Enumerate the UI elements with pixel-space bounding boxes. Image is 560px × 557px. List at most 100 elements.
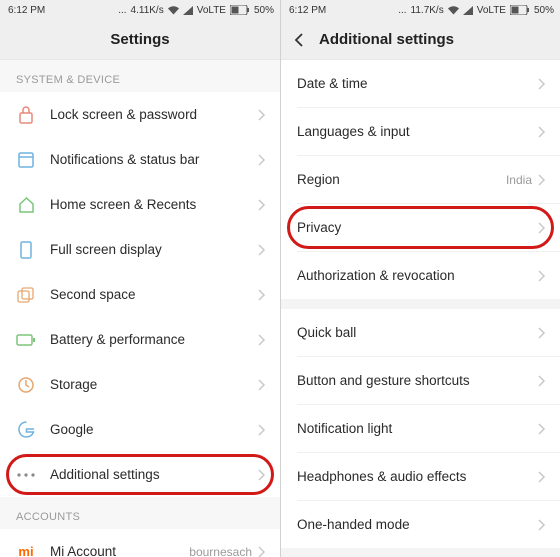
row-privacy[interactable]: Privacy: [281, 204, 560, 251]
row-one-handed[interactable]: One-handed mode: [281, 501, 560, 548]
chevron-right-icon: [538, 519, 546, 531]
battery-perf-icon: [16, 330, 36, 350]
wifi-icon: [168, 6, 179, 15]
chevron-right-icon: [538, 78, 546, 90]
row-additional-settings[interactable]: Additional settings: [0, 452, 280, 497]
screen-additional-settings: 6:12 PM ... 11.7K/s VoLTE 50% Additional…: [280, 0, 560, 557]
row-label: Authorization & revocation: [297, 268, 538, 283]
status-indicators: ... 11.7K/s VoLTE 50%: [398, 5, 554, 16]
row-lock-screen[interactable]: Lock screen & password: [0, 92, 280, 137]
app-bar: Settings: [0, 20, 280, 60]
row-button-gesture[interactable]: Button and gesture shortcuts: [281, 357, 560, 404]
chevron-right-icon: [258, 154, 266, 166]
row-label: One-handed mode: [297, 517, 538, 532]
row-home-screen[interactable]: Home screen & Recents: [0, 182, 280, 227]
section-system-device: SYSTEM & DEVICE: [0, 60, 280, 92]
chevron-right-icon: [258, 334, 266, 346]
chevron-right-icon: [538, 222, 546, 234]
signal-icon: [463, 6, 473, 15]
status-time: 6:12 PM: [8, 5, 45, 16]
row-label: Lock screen & password: [50, 107, 258, 122]
status-bar: 6:12 PM ... 11.7K/s VoLTE 50%: [281, 0, 560, 20]
chevron-right-icon: [258, 469, 266, 481]
row-label: Headphones & audio effects: [297, 469, 538, 484]
row-full-screen[interactable]: Full screen display: [0, 227, 280, 272]
app-bar: Additional settings: [281, 20, 560, 60]
row-quick-ball[interactable]: Quick ball: [281, 309, 560, 356]
row-headphones[interactable]: Headphones & audio effects: [281, 453, 560, 500]
chevron-right-icon: [258, 424, 266, 436]
display-icon: [16, 240, 36, 260]
chevron-right-icon: [258, 289, 266, 301]
status-net: VoLTE: [197, 5, 226, 16]
row-value: bournesach: [189, 545, 252, 557]
row-google[interactable]: Google: [0, 407, 280, 452]
row-notification-light[interactable]: Notification light: [281, 405, 560, 452]
chevron-right-icon: [258, 199, 266, 211]
page-title: Additional settings: [319, 31, 454, 48]
status-net: VoLTE: [477, 5, 506, 16]
more-icon: [16, 465, 36, 485]
section-gap: [281, 548, 560, 557]
lock-icon: [16, 105, 36, 125]
status-bar: 6:12 PM ... 4.11K/s VoLTE 50%: [0, 0, 280, 20]
row-battery[interactable]: Battery & performance: [0, 317, 280, 362]
chevron-right-icon: [538, 471, 546, 483]
statusbar-icon: [16, 150, 36, 170]
status-speed: 11.7K/s: [411, 5, 444, 16]
status-indicators: ... 4.11K/s VoLTE 50%: [118, 5, 274, 16]
chevron-right-icon: [538, 126, 546, 138]
chevron-right-icon: [258, 546, 266, 557]
chevron-right-icon: [538, 375, 546, 387]
settings-list: SYSTEM & DEVICE Lock screen & password N…: [0, 60, 280, 557]
row-label: Notifications & status bar: [50, 152, 258, 167]
mi-icon: mi: [16, 542, 36, 557]
row-label: Region: [297, 172, 506, 187]
row-label: Languages & input: [297, 124, 538, 139]
row-label: Date & time: [297, 76, 538, 91]
row-label: Second space: [50, 287, 258, 302]
row-date-time[interactable]: Date & time: [281, 60, 560, 107]
page-title: Settings: [110, 31, 169, 48]
chevron-right-icon: [538, 327, 546, 339]
signal-icon: [183, 6, 193, 15]
second-space-icon: [16, 285, 36, 305]
row-storage[interactable]: Storage: [0, 362, 280, 407]
additional-settings-list: Date & time Languages & input Region Ind…: [281, 60, 560, 557]
row-label: Battery & performance: [50, 332, 258, 347]
row-authorization[interactable]: Authorization & revocation: [281, 252, 560, 299]
row-label: Quick ball: [297, 325, 538, 340]
chevron-right-icon: [258, 244, 266, 256]
row-label: Home screen & Recents: [50, 197, 258, 212]
row-label: Privacy: [297, 220, 538, 235]
row-notifications[interactable]: Notifications & status bar: [0, 137, 280, 182]
status-battery: 50%: [534, 5, 554, 16]
storage-icon: [16, 375, 36, 395]
chevron-right-icon: [538, 174, 546, 186]
status-battery: 50%: [254, 5, 274, 16]
row-label: Mi Account: [50, 544, 189, 557]
chevron-right-icon: [538, 423, 546, 435]
google-icon: [16, 420, 36, 440]
back-button[interactable]: [291, 32, 307, 48]
chevron-right-icon: [538, 270, 546, 282]
row-second-space[interactable]: Second space: [0, 272, 280, 317]
row-label: Google: [50, 422, 258, 437]
home-icon: [16, 195, 36, 215]
chevron-right-icon: [258, 109, 266, 121]
battery-icon: [230, 5, 250, 15]
row-languages[interactable]: Languages & input: [281, 108, 560, 155]
chevron-right-icon: [258, 379, 266, 391]
screen-settings: 6:12 PM ... 4.11K/s VoLTE 50% Settings S…: [0, 0, 280, 557]
row-mi-account[interactable]: mi Mi Account bournesach: [0, 529, 280, 557]
section-accounts: ACCOUNTS: [0, 497, 280, 529]
status-speed: 4.11K/s: [131, 5, 164, 16]
row-label: Additional settings: [50, 467, 258, 482]
section-gap: [281, 299, 560, 309]
row-label: Notification light: [297, 421, 538, 436]
row-label: Full screen display: [50, 242, 258, 257]
row-label: Storage: [50, 377, 258, 392]
battery-icon: [510, 5, 530, 15]
wifi-icon: [448, 6, 459, 15]
row-region[interactable]: Region India: [281, 156, 560, 203]
